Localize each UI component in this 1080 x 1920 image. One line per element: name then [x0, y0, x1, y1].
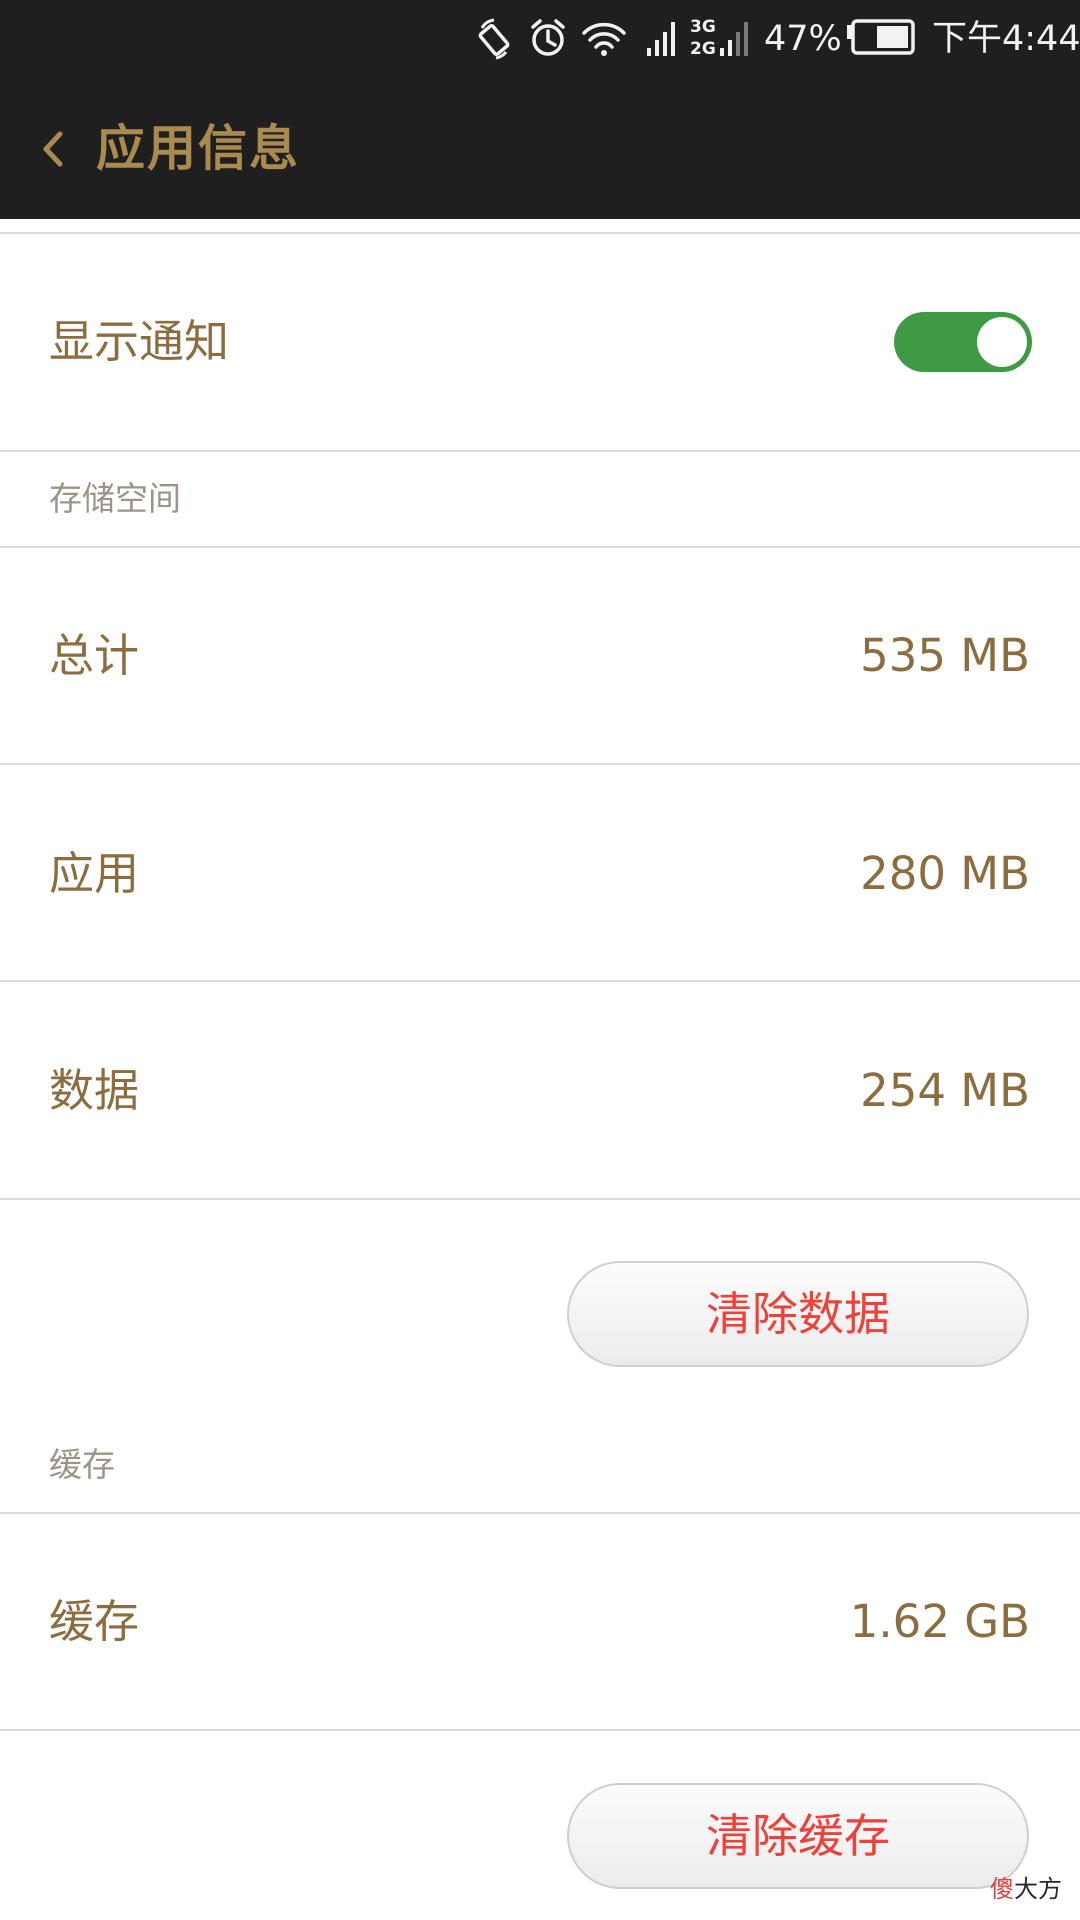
watermark-part-2: 大方	[1014, 1875, 1062, 1903]
storage-data-label: 数据	[49, 1064, 140, 1117]
divider	[0, 1198, 1080, 1200]
divider	[0, 546, 1080, 548]
storage-total-label: 总计	[49, 629, 140, 682]
divider	[0, 763, 1080, 765]
clear-data-button[interactable]: 清除数据	[567, 1261, 1029, 1367]
divider	[0, 1512, 1080, 1514]
storage-section-title: 存储空间	[49, 479, 181, 518]
clock: 下午4:44	[932, 19, 1080, 59]
divider	[0, 450, 1080, 452]
show-notification-toggle[interactable]	[894, 312, 1032, 372]
battery-icon	[847, 19, 915, 55]
clear-cache-button[interactable]: 清除缓存	[567, 1783, 1029, 1889]
toggle-knob	[977, 317, 1027, 367]
divider	[0, 1729, 1080, 1731]
rotate-icon	[478, 18, 510, 60]
chevron-left-icon	[43, 131, 63, 167]
signal-icon	[647, 22, 675, 56]
cache-section-title: 缓存	[49, 1445, 115, 1484]
app-header: 应用信息	[0, 78, 1080, 219]
watermark-part-1: 傻	[990, 1875, 1014, 1903]
dual-sim-signal-icon	[720, 22, 748, 56]
storage-app-value: 280 MB	[860, 847, 1030, 900]
cache-label: 缓存	[49, 1595, 140, 1648]
storage-total-value: 535 MB	[860, 629, 1030, 682]
storage-data-value: 254 MB	[860, 1064, 1030, 1117]
divider	[0, 980, 1080, 982]
network-type-bottom: 2G	[690, 39, 716, 59]
watermark: 傻大方	[990, 1869, 1062, 1904]
status-bar: 3G 2G 47% 下午4:44	[0, 0, 1080, 78]
page-title: 应用信息	[96, 120, 301, 177]
back-button[interactable]	[30, 106, 90, 192]
alarm-icon	[531, 19, 565, 56]
show-notification-label: 显示通知	[49, 315, 230, 368]
network-type-top: 3G	[690, 17, 716, 37]
storage-app-label: 应用	[49, 847, 140, 900]
wifi-icon	[582, 22, 626, 56]
battery-percent: 47%	[764, 19, 842, 59]
cache-value: 1.62 GB	[849, 1595, 1030, 1648]
